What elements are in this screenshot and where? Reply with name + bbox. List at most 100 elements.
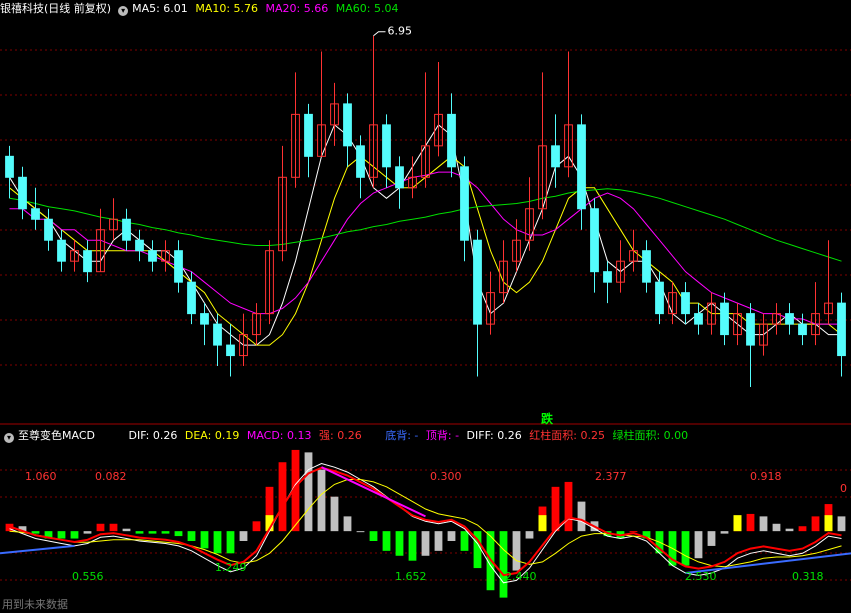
candle-body xyxy=(83,250,92,273)
candle-body xyxy=(681,292,690,315)
high-marker-arrow xyxy=(373,31,386,37)
high-price-label: 6.95 xyxy=(388,25,413,38)
area-label: 1.652 xyxy=(395,570,427,583)
macd-bar xyxy=(577,501,586,532)
candle-body xyxy=(395,166,404,189)
candle-body xyxy=(148,250,157,262)
macd-bar xyxy=(707,531,716,546)
candle-body xyxy=(447,113,456,168)
macd-bar xyxy=(135,531,144,534)
macd-bar xyxy=(408,531,417,561)
candle-body xyxy=(837,302,846,357)
macd-bar xyxy=(343,516,352,532)
candle-body xyxy=(720,302,729,336)
macd-bar xyxy=(96,523,105,532)
area-label: 2.440 xyxy=(505,570,537,583)
stock-chart-canvas[interactable]: 1.060 0.082 0.556 1.249 1.652 0.300 2.440 2.377… xyxy=(0,0,851,613)
macd-bar xyxy=(70,531,79,539)
macd-bar xyxy=(434,531,443,551)
macd-bar xyxy=(382,531,391,551)
candle-body xyxy=(200,313,209,325)
candle-body xyxy=(44,218,53,241)
macd-bar xyxy=(785,528,794,532)
candle-body xyxy=(642,250,651,283)
candle-body xyxy=(122,218,131,241)
macd-bar xyxy=(174,531,183,537)
macd-bar xyxy=(798,526,807,532)
macd-bar xyxy=(551,486,560,532)
macd-bar xyxy=(83,531,92,534)
signal-block xyxy=(538,515,547,532)
macd-bar xyxy=(460,531,469,551)
macd-bar xyxy=(369,531,378,541)
macd-bar xyxy=(278,462,287,532)
macd-bar xyxy=(239,531,248,541)
candle-body xyxy=(473,239,482,325)
candle-body xyxy=(135,239,144,252)
area-label: 2.530 xyxy=(685,570,717,583)
candle-body xyxy=(213,323,222,346)
candle-body xyxy=(356,145,365,178)
signal-block xyxy=(733,515,742,532)
area-label: 0.300 xyxy=(430,470,462,483)
candle-body xyxy=(57,239,66,262)
macd-bar xyxy=(811,516,820,532)
candle-body xyxy=(746,313,755,346)
candle-body xyxy=(31,208,40,220)
macd-bar xyxy=(746,513,755,532)
area-label: 1.060 xyxy=(25,470,57,483)
bottom-support-line xyxy=(0,544,75,555)
macd-bar xyxy=(356,531,365,533)
macd-bar xyxy=(330,496,339,532)
macd-bar xyxy=(304,452,313,532)
macd-bar xyxy=(421,531,430,556)
area-label: 0.318 xyxy=(792,570,824,583)
macd-bar xyxy=(317,469,326,532)
macd-bar xyxy=(512,531,521,571)
macd-bar xyxy=(837,516,846,532)
candle-body xyxy=(187,281,196,315)
macd-bar xyxy=(122,528,131,532)
candle-body xyxy=(382,124,391,168)
macd-bar xyxy=(681,531,690,566)
candle-body xyxy=(343,103,352,147)
area-label: 0 xyxy=(840,482,847,495)
macd-bar xyxy=(525,531,534,539)
candle-body xyxy=(18,176,27,210)
area-label: 0.918 xyxy=(750,470,782,483)
candle-body xyxy=(785,313,794,325)
candle-body xyxy=(655,281,664,315)
candle-body xyxy=(304,113,313,157)
ma-line-ma20 xyxy=(9,171,842,325)
macd-bar xyxy=(720,531,729,534)
candle-body xyxy=(577,124,586,210)
candlestick-plot xyxy=(5,31,846,388)
macd-bar xyxy=(252,521,261,532)
macd-bar xyxy=(772,523,781,532)
area-label: 0.556 xyxy=(72,570,104,583)
macd-bar xyxy=(161,531,170,534)
macd-bar xyxy=(213,531,222,554)
candle-body xyxy=(590,208,599,273)
candle-body xyxy=(694,313,703,325)
macd-bar xyxy=(226,531,235,554)
macd-plot: 1.060 0.082 0.556 1.249 1.652 0.300 2.440 2.377… xyxy=(0,449,851,598)
macd-bar xyxy=(57,531,66,539)
footer-note: 用到未来数据 xyxy=(2,598,68,611)
macd-bar xyxy=(499,531,508,598)
macd-bar xyxy=(447,531,456,541)
macd-bar xyxy=(694,531,703,559)
macd-bar xyxy=(759,516,768,532)
macd-bar xyxy=(629,531,638,533)
candle-body xyxy=(551,145,560,168)
candle-body xyxy=(603,271,612,283)
candle-body xyxy=(226,344,235,357)
signal-block xyxy=(824,515,833,532)
area-label: 2.377 xyxy=(595,470,627,483)
macd-bar xyxy=(200,531,209,549)
candle-body xyxy=(798,323,807,336)
macd-bar xyxy=(31,531,40,534)
macd-bar xyxy=(187,531,196,541)
macd-bar xyxy=(395,531,404,556)
candle-body xyxy=(174,250,183,283)
